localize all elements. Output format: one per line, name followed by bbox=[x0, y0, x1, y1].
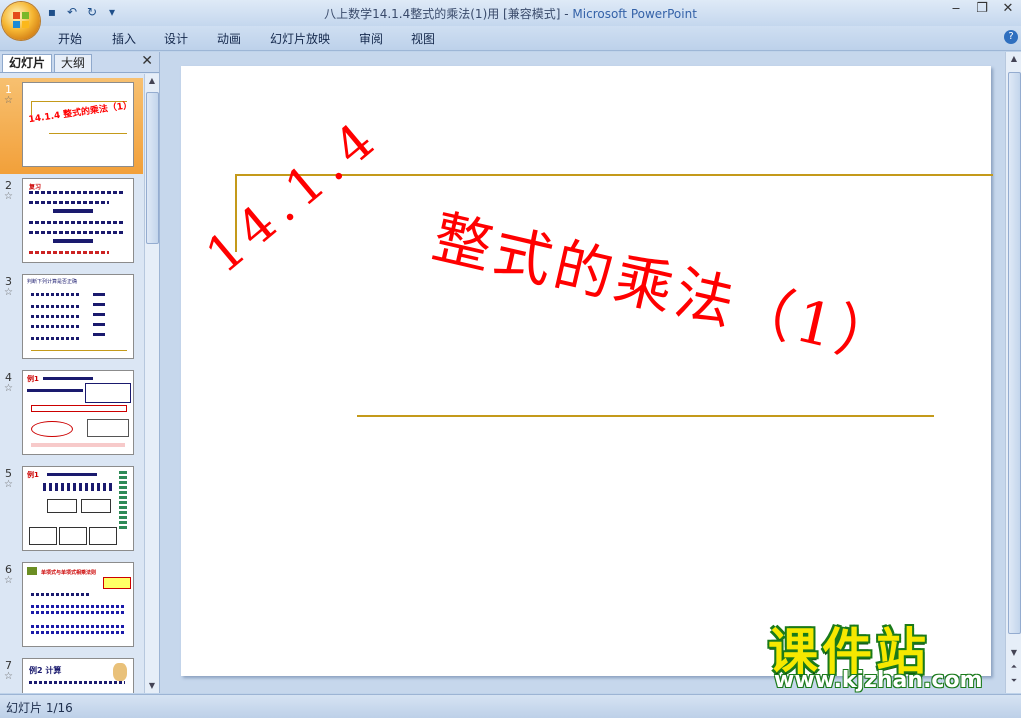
scroll-down-icon[interactable]: ▼ bbox=[1006, 646, 1021, 660]
thumbnail-preview: 单项式与单项式相乘法则 bbox=[22, 562, 134, 647]
scroll-down-icon[interactable]: ▼ bbox=[145, 679, 159, 693]
status-bar: 幻灯片 1/16 bbox=[0, 694, 1021, 718]
help-icon[interactable]: ? bbox=[1004, 30, 1018, 44]
thumbnail-preview: 例2 计算 bbox=[22, 658, 134, 693]
thumbnail-preview: 例1 bbox=[22, 466, 134, 551]
thumbnail-preview: 14.1.4 整式的乘法（1） bbox=[22, 82, 134, 167]
watermark-url: www.kjzhan.com bbox=[774, 668, 983, 693]
animation-star-icon: ☆ bbox=[4, 575, 13, 586]
thumbnail-title: 例2 计算 bbox=[29, 666, 62, 675]
thumbnail-title: 判断下列计算是否正确 bbox=[27, 279, 78, 285]
window-controls: ‒ ❐ ✕ bbox=[943, 0, 1021, 20]
thumbnail-slide-5[interactable]: 5 ☆ 例1 bbox=[0, 462, 143, 558]
slide-editing-area: 14.1.4 整式的乘法（1） bbox=[160, 52, 1005, 693]
thumbnail-list: 1 ☆ 14.1.4 整式的乘法（1） 2 ☆ 复习 3 ☆ 判断下列计算是否正… bbox=[0, 74, 143, 693]
title-separator: - bbox=[560, 7, 573, 21]
animation-star-icon: ☆ bbox=[4, 95, 13, 106]
minimize-button[interactable]: ‒ bbox=[943, 0, 969, 20]
title-bar: ▪ ↶ ↻ ▾ 八上数学14.1.4整式的乘法(1)用 [兼容模式] - Mic… bbox=[0, 0, 1021, 26]
tab-slides[interactable]: 幻灯片 bbox=[2, 54, 53, 72]
office-logo-icon bbox=[13, 12, 29, 28]
tab-outline[interactable]: 大纲 bbox=[54, 54, 93, 72]
thumbnail-preview: 判断下列计算是否正确 bbox=[22, 274, 134, 359]
thumbnail-preview: 复习 bbox=[22, 178, 134, 263]
ribbon-tabs: 开始 插入 设计 动画 幻灯片放映 审阅 视图 ? bbox=[0, 26, 1021, 51]
thumbnail-slide-4[interactable]: 4 ☆ 例1 bbox=[0, 366, 143, 462]
thumbnail-slide-7[interactable]: 7 ☆ 例2 计算 bbox=[0, 654, 143, 693]
thumbnail-slide-3[interactable]: 3 ☆ 判断下列计算是否正确 bbox=[0, 270, 143, 366]
tab-design[interactable]: 设计 bbox=[160, 30, 192, 47]
animation-star-icon: ☆ bbox=[4, 383, 13, 394]
next-slide-icon[interactable]: ⏷ bbox=[1006, 674, 1021, 688]
tab-review[interactable]: 审阅 bbox=[355, 30, 387, 47]
thumbnail-slide-1[interactable]: 1 ☆ 14.1.4 整式的乘法（1） bbox=[0, 78, 143, 174]
thumbnail-title: 复习 bbox=[29, 184, 42, 191]
animation-star-icon: ☆ bbox=[4, 287, 13, 298]
thumbnail-title: 例1 bbox=[27, 471, 39, 479]
slide-scrollbar[interactable]: ▲ ▼ ⏶ ⏷ bbox=[1005, 52, 1021, 693]
panel-tabs: 幻灯片 大纲 ✕ bbox=[0, 52, 159, 73]
document-name: 八上数学14.1.4整式的乘法(1)用 [兼容模式] bbox=[324, 7, 561, 21]
tab-insert[interactable]: 插入 bbox=[108, 30, 140, 47]
tab-animation[interactable]: 动画 bbox=[213, 30, 245, 47]
window-title: 八上数学14.1.4整式的乘法(1)用 [兼容模式] - Microsoft P… bbox=[0, 5, 1021, 22]
previous-slide-icon[interactable]: ⏶ bbox=[1006, 660, 1021, 674]
thumbnail-slide-6[interactable]: 6 ☆ 单项式与单项式相乘法则 bbox=[0, 558, 143, 654]
scrollbar-thumb[interactable] bbox=[146, 92, 159, 244]
animation-star-icon: ☆ bbox=[4, 191, 13, 202]
close-button[interactable]: ✕ bbox=[995, 0, 1021, 20]
thumbnail-slide-2[interactable]: 2 ☆ 复习 bbox=[0, 174, 143, 270]
slide-title: 整式的乘法（1） bbox=[426, 202, 905, 376]
tab-slideshow[interactable]: 幻灯片放映 bbox=[266, 30, 334, 47]
tab-home[interactable]: 开始 bbox=[54, 30, 86, 47]
panel-close-icon[interactable]: ✕ bbox=[141, 53, 153, 69]
scroll-up-icon[interactable]: ▲ bbox=[145, 74, 159, 88]
tab-view[interactable]: 视图 bbox=[407, 30, 439, 47]
slides-panel: 幻灯片 大纲 ✕ 1 ☆ 14.1.4 整式的乘法（1） 2 ☆ 复习 3 ☆ … bbox=[0, 52, 160, 693]
restore-button[interactable]: ❐ bbox=[969, 0, 995, 20]
animation-star-icon: ☆ bbox=[4, 671, 13, 682]
thumbnail-title: 例1 bbox=[27, 375, 39, 383]
panel-scrollbar[interactable]: ▲ ▼ bbox=[144, 74, 159, 693]
slide-counter: 幻灯片 1/16 bbox=[6, 701, 73, 715]
scroll-up-icon[interactable]: ▲ bbox=[1006, 52, 1021, 66]
slide-canvas[interactable]: 14.1.4 整式的乘法（1） bbox=[181, 66, 993, 676]
watermark: 课件站 www.kjzhan.com bbox=[768, 612, 1008, 693]
app-name: Microsoft PowerPoint bbox=[572, 7, 697, 21]
office-button[interactable] bbox=[2, 2, 40, 40]
thumbnail-title: 单项式与单项式相乘法则 bbox=[41, 570, 97, 576]
bottom-rule bbox=[357, 415, 934, 417]
slide-number-heading: 14.1.4 bbox=[195, 106, 391, 285]
scrollbar-thumb[interactable] bbox=[1008, 72, 1021, 634]
thumbnail-preview: 例1 bbox=[22, 370, 134, 455]
animation-star-icon: ☆ bbox=[4, 479, 13, 490]
